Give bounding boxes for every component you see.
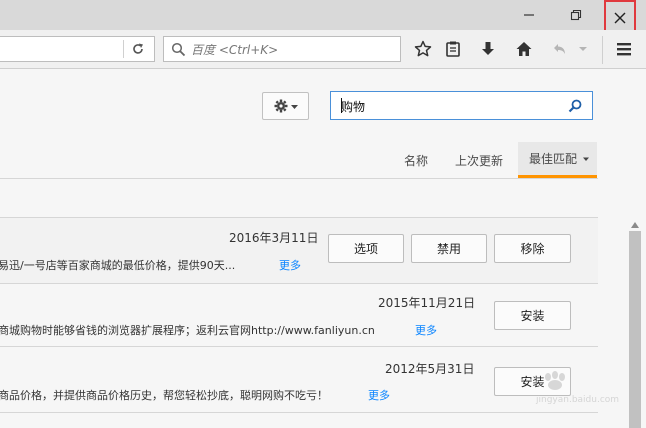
more-link[interactable]: 更多 xyxy=(279,257,301,273)
more-link[interactable]: 更多 xyxy=(368,387,390,403)
chevron-down-icon xyxy=(583,157,590,161)
addon-date: 2015年11月21日 xyxy=(378,296,476,310)
sort-by-last-updated[interactable]: 上次更新 xyxy=(455,142,503,178)
restore-button[interactable] xyxy=(553,0,599,30)
search-placeholder: 百度 <Ctrl+K> xyxy=(191,43,279,57)
undo-dropdown[interactable] xyxy=(574,36,592,62)
chevron-down-icon xyxy=(579,47,587,51)
sort-by-name[interactable]: 名称 xyxy=(404,142,428,178)
addon-item[interactable]: 2016年3月11日 易迅/一号店等百家商城的最低价格，提供90天... 更多 … xyxy=(0,218,598,284)
addon-item[interactable]: 2015年11月21日 商城购物时能够省钱的浏览器扩展程序；返利云官网http:… xyxy=(0,284,598,347)
addon-search-value: 购物 xyxy=(341,100,366,114)
addon-description: 商品价格，并提供商品价格历史，帮您轻松抄底，聪明网购不吃亏！ xyxy=(0,389,328,402)
remove-button[interactable]: 移除 xyxy=(494,234,571,263)
scroll-up-arrow-icon[interactable] xyxy=(630,221,640,229)
bookmark-star-icon xyxy=(414,40,432,57)
search-icon xyxy=(171,42,186,57)
addon-description: 商城购物时能够省钱的浏览器扩展程序；返利云官网http://www.fanliy… xyxy=(0,324,375,337)
addon-date: 2012年5月31日 xyxy=(385,362,475,376)
addon-date: 2016年3月11日 xyxy=(229,231,319,245)
menu-button[interactable] xyxy=(610,36,638,62)
header-divider xyxy=(0,178,598,179)
chevron-down-icon xyxy=(290,104,298,109)
toolbar-separator xyxy=(602,36,603,64)
home-button[interactable] xyxy=(510,36,538,62)
reading-list-icon xyxy=(446,41,460,57)
addons-manager: 购物 名称 上次更新 最佳匹配 2016年3月11日 易迅/一号店等百家商城的最… xyxy=(0,69,646,428)
bookmark-button[interactable] xyxy=(409,36,437,62)
more-link[interactable]: 更多 xyxy=(415,322,437,338)
addon-description: 易迅/一号店等百家商城的最低价格，提供90天... xyxy=(0,259,236,272)
reading-list-button[interactable] xyxy=(439,36,467,62)
addon-item[interactable]: 2012年5月31日 商品价格，并提供商品价格历史，帮您轻松抄底，聪明网购不吃亏… xyxy=(0,347,598,413)
close-icon xyxy=(614,12,626,24)
home-icon xyxy=(516,42,532,56)
minimize-button[interactable] xyxy=(506,0,552,30)
download-button[interactable] xyxy=(474,36,502,62)
undo-icon xyxy=(554,44,565,54)
download-icon xyxy=(482,42,494,55)
addon-search-input[interactable]: 购物 xyxy=(330,91,593,120)
undo-button[interactable] xyxy=(548,36,570,62)
install-button[interactable]: 安装 xyxy=(494,301,571,330)
url-bar-divider xyxy=(123,40,124,58)
navigation-toolbar: 百度 <Ctrl+K> xyxy=(0,30,646,69)
sort-by-best-match-label: 最佳匹配 xyxy=(529,152,578,166)
sort-by-best-match[interactable]: 最佳匹配 xyxy=(518,142,597,178)
sort-by-last-updated-label: 上次更新 xyxy=(455,153,504,168)
tools-menu-button[interactable] xyxy=(262,92,309,120)
minimize-icon xyxy=(524,14,534,16)
sort-by-name-label: 名称 xyxy=(404,153,429,168)
watermark-logo: jingyan.baidu.com xyxy=(536,367,636,411)
options-button[interactable]: 选项 xyxy=(328,234,404,263)
reload-icon[interactable] xyxy=(131,42,145,56)
url-bar[interactable] xyxy=(0,36,155,62)
disable-button[interactable]: 禁用 xyxy=(411,234,487,263)
title-bar xyxy=(0,0,646,36)
gear-icon xyxy=(274,99,287,113)
watermark-text: jingyan.baidu.com xyxy=(536,395,620,405)
menu-icon xyxy=(617,43,631,56)
text-cursor xyxy=(341,98,342,113)
web-search-box[interactable]: 百度 <Ctrl+K> xyxy=(163,36,401,62)
restore-icon xyxy=(570,9,582,21)
search-icon[interactable] xyxy=(568,99,582,113)
